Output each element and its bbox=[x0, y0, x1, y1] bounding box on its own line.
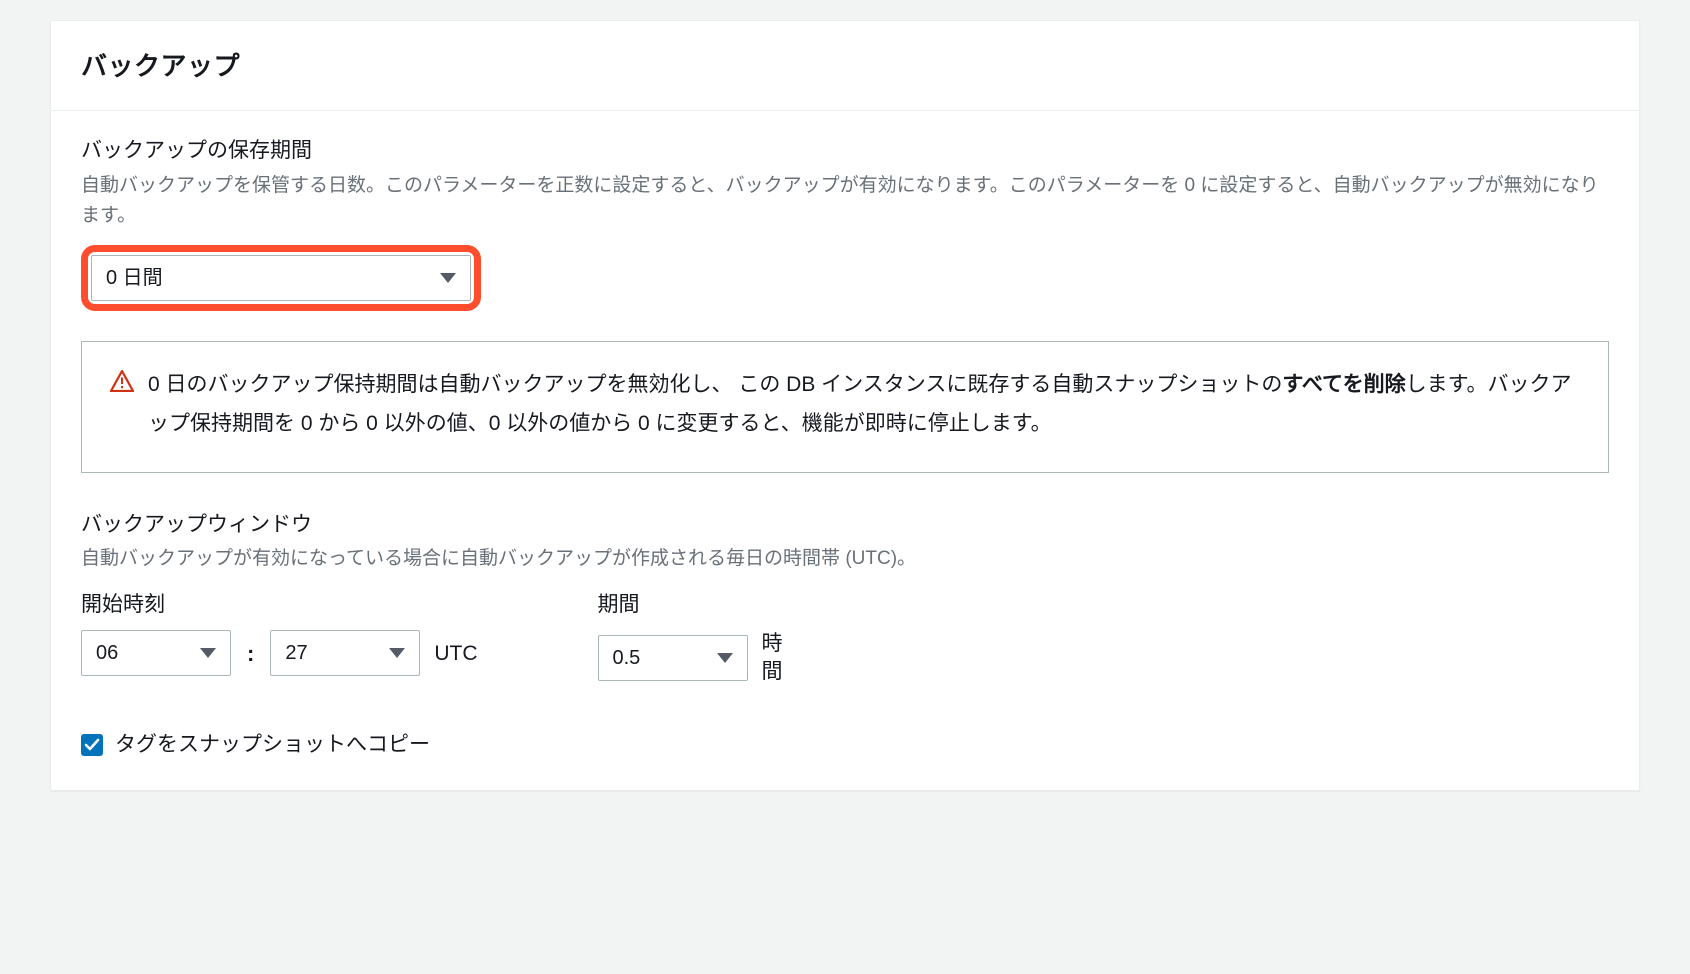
duration-group: 期間 0.5 時間 bbox=[598, 589, 786, 685]
panel-title: バックアップ bbox=[81, 47, 1609, 86]
chevron-down-icon bbox=[717, 653, 733, 663]
warning-text: 0 日のバックアップ保持期間は自動バックアップを無効化し、 この DB インスタ… bbox=[148, 366, 1580, 444]
duration-controls: 0.5 時間 bbox=[598, 630, 786, 685]
retention-select[interactable]: 0 日間 bbox=[91, 255, 471, 301]
backup-panel: バックアップ バックアップの保存期間 自動バックアップを保管する日数。このパラメ… bbox=[50, 20, 1640, 791]
retention-description: 自動バックアップを保管する日数。このパラメーターを正数に設定すると、バックアップ… bbox=[81, 171, 1609, 232]
duration-value: 0.5 bbox=[613, 643, 641, 673]
chevron-down-icon bbox=[389, 648, 405, 658]
duration-select[interactable]: 0.5 bbox=[598, 635, 748, 681]
start-minute-select[interactable]: 27 bbox=[270, 630, 420, 676]
start-time-controls: 06 : 27 UTC bbox=[81, 630, 478, 676]
chevron-down-icon bbox=[440, 273, 456, 283]
chevron-down-icon bbox=[200, 648, 216, 658]
copy-tags-row: タグをスナップショットへコピー bbox=[81, 729, 1609, 761]
window-description: 自動バックアップが有効になっている場合に自動バックアップが作成される毎日の時間帯… bbox=[81, 544, 1609, 574]
retention-label: バックアップの保存期間 bbox=[81, 135, 1609, 167]
window-field: バックアップウィンドウ 自動バックアップが有効になっている場合に自動バックアップ… bbox=[81, 509, 1609, 685]
warning-text-bold: すべてを削除 bbox=[1282, 373, 1405, 396]
retention-field: バックアップの保存期間 自動バックアップを保管する日数。このパラメーターを正数に… bbox=[81, 135, 1609, 311]
retention-value: 0 日間 bbox=[106, 263, 163, 293]
timezone-label: UTC bbox=[434, 640, 477, 667]
start-time-label: 開始時刻 bbox=[81, 589, 478, 621]
window-row: 開始時刻 06 : 27 UTC bbox=[81, 589, 1609, 685]
warning-text-before: 0 日のバックアップ保持期間は自動バックアップを無効化し、 この DB インスタ… bbox=[148, 373, 1282, 396]
duration-label: 期間 bbox=[598, 589, 786, 621]
panel-header: バックアップ bbox=[51, 21, 1639, 111]
start-time-group: 開始時刻 06 : 27 UTC bbox=[81, 589, 478, 677]
warning-alert: 0 日のバックアップ保持期間は自動バックアップを無効化し、 この DB インスタ… bbox=[81, 341, 1609, 473]
start-hour-select[interactable]: 06 bbox=[81, 630, 231, 676]
copy-tags-label: タグをスナップショットへコピー bbox=[115, 729, 430, 761]
time-separator: : bbox=[245, 637, 256, 670]
copy-tags-checkbox[interactable] bbox=[81, 734, 103, 756]
warning-icon bbox=[110, 370, 134, 400]
start-minute-value: 27 bbox=[285, 638, 307, 668]
start-hour-value: 06 bbox=[96, 638, 118, 668]
retention-highlight: 0 日間 bbox=[81, 245, 481, 311]
window-label: バックアップウィンドウ bbox=[81, 509, 1609, 541]
duration-unit: 時間 bbox=[762, 630, 786, 685]
panel-body: バックアップの保存期間 自動バックアップを保管する日数。このパラメーターを正数に… bbox=[51, 111, 1639, 790]
